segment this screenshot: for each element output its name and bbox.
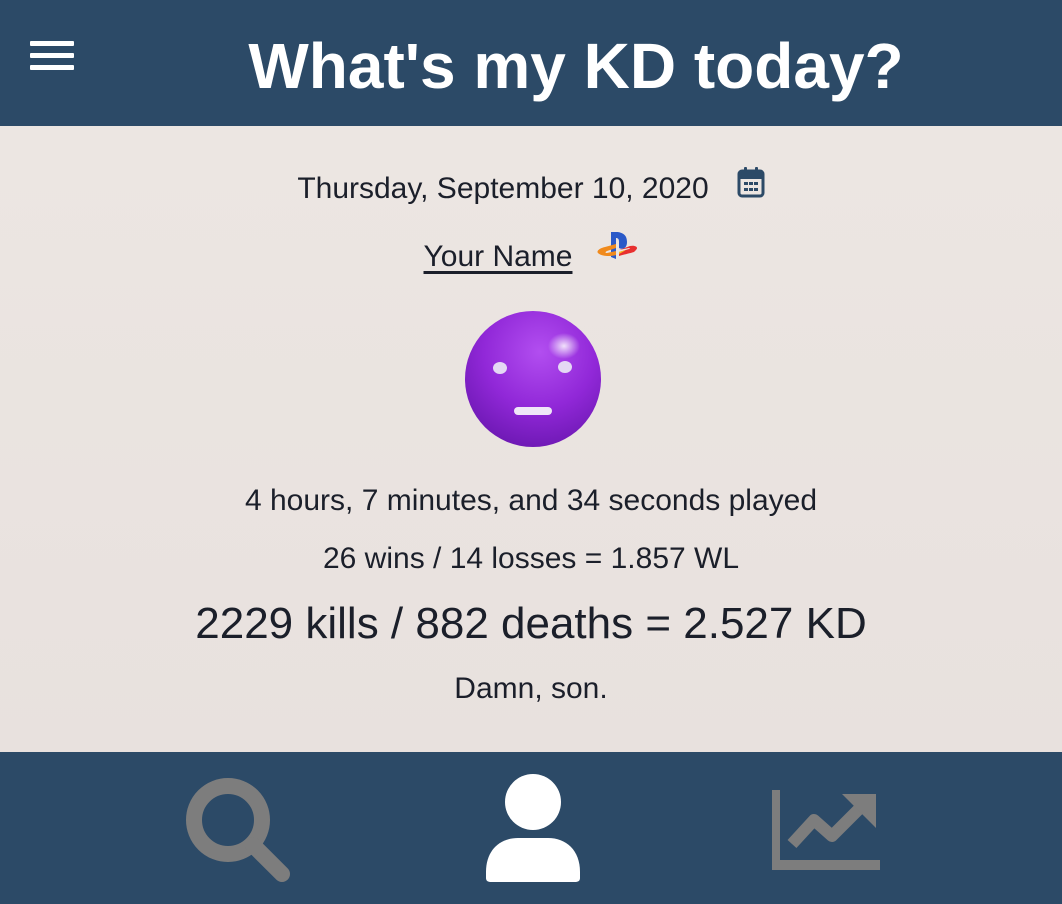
- page-title: What's my KD today?: [248, 30, 904, 102]
- chart-line-icon[interactable]: [768, 786, 882, 872]
- player-name-link[interactable]: Your Name: [424, 240, 573, 273]
- time-played-text: 4 hours, 7 minutes, and 34 seconds playe…: [244, 484, 818, 517]
- win-loss-ratio-text: 26 wins / 14 losses = 1.857 WL: [322, 542, 740, 575]
- menu-bar-line: [30, 65, 74, 70]
- date-row: Thursday, September 10, 2020: [0, 167, 1062, 208]
- bottom-navigation: [0, 752, 1062, 904]
- playstation-icon: [596, 229, 638, 273]
- top-bar: What's my KD today?: [0, 0, 1062, 126]
- calendar-icon[interactable]: [737, 166, 765, 208]
- hamburger-menu-icon[interactable]: [30, 41, 74, 73]
- neutral-face-emoji: [464, 310, 602, 448]
- session-date: Thursday, September 10, 2020: [297, 172, 709, 205]
- verdict-text: Damn, son.: [454, 672, 608, 705]
- user-icon[interactable]: [484, 774, 582, 884]
- menu-bar-line: [30, 53, 74, 58]
- kill-death-ratio-text: 2229 kills / 882 deaths = 2.527 KD: [195, 599, 867, 648]
- player-row: Your Name: [0, 232, 1062, 276]
- daily-stats-panel: Thursday, September 10, 2020 Your Name 4…: [0, 126, 1062, 752]
- search-icon[interactable]: [182, 774, 292, 884]
- menu-bar-line: [30, 41, 74, 46]
